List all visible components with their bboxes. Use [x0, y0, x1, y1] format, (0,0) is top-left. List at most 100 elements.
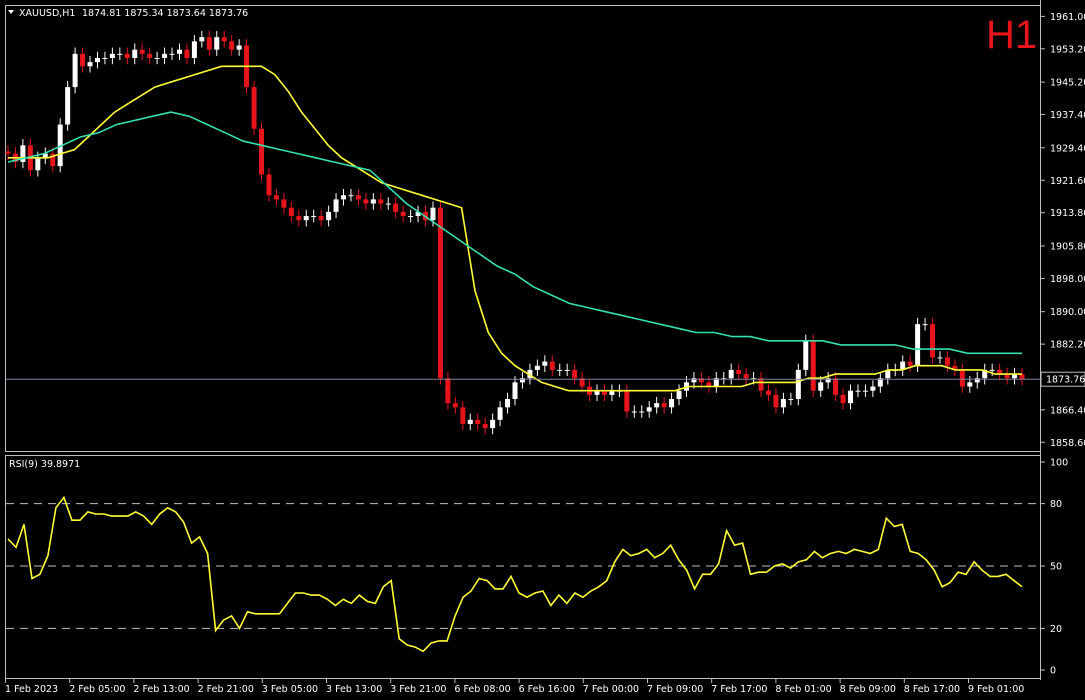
bull-candle — [728, 369, 734, 379]
bear-candle — [355, 195, 361, 200]
bull-candle — [564, 369, 570, 371]
time-axis: 1 Feb 2023 2 Feb 05:00 2 Feb 13:00 2 Feb 21… — [5, 678, 1024, 695]
bull-candle — [94, 57, 100, 63]
dropdown-triangle-icon[interactable] — [8, 10, 14, 14]
bear-candle — [624, 390, 630, 412]
bear-candle — [259, 128, 264, 175]
bull-candle — [65, 87, 71, 125]
bear-candle — [80, 53, 86, 67]
bull-candle — [818, 382, 824, 391]
bull-candle — [542, 361, 548, 366]
time-tick-label: 8 Feb 17:00 — [904, 684, 960, 695]
chart-canvas: XAUUSD,H1 1874.81 1875.34 1873.64 1873.7… — [5, 0, 1085, 695]
moving-averages-layer — [7, 65, 1022, 392]
bull-candle — [385, 203, 391, 205]
bear-candle — [475, 419, 481, 424]
bear-candle — [549, 361, 555, 370]
bull-candle — [669, 399, 675, 408]
rsi-panel-frame — [5, 455, 1041, 679]
bull-candle — [967, 382, 973, 387]
bull-candle — [162, 53, 168, 58]
last-price-label: 1873.76 — [1046, 375, 1085, 386]
bear-candle — [773, 394, 779, 408]
bull-candle — [676, 390, 682, 400]
bull-candle — [199, 37, 205, 42]
bull-candle — [311, 216, 317, 218]
time-tick-label: 8 Feb 01:00 — [775, 684, 831, 695]
bull-candle — [87, 62, 93, 67]
ohlc-values: 1874.81 1875.34 1873.64 1873.76 — [82, 8, 248, 19]
time-tick-label: 6 Feb 16:00 — [519, 684, 575, 695]
time-tick-label: 7 Feb 00:00 — [583, 684, 639, 695]
bear-candle — [766, 390, 771, 395]
bear-candle — [572, 369, 578, 379]
rsi-title: RSI(9) 39.8971 — [9, 459, 80, 470]
bear-candle — [184, 49, 190, 58]
bear-candle — [482, 423, 488, 429]
bear-candle — [147, 53, 153, 58]
bear-candle — [393, 203, 399, 212]
bear-candle — [296, 216, 302, 221]
bear-candle — [452, 403, 458, 408]
bull-candle — [303, 216, 309, 221]
bear-candle — [445, 378, 451, 404]
bull-candle — [341, 195, 347, 200]
bull-candle — [803, 340, 809, 370]
bear-candle — [810, 340, 816, 391]
bear-candle — [288, 207, 294, 217]
bear-candle — [944, 357, 950, 366]
bear-candle — [266, 174, 272, 196]
price-tick-label: 1913.80 — [1050, 208, 1085, 219]
rsi-tick-label: 50 — [1050, 562, 1062, 573]
time-tick-label: 9 Feb 01:00 — [968, 684, 1024, 695]
bull-candle — [132, 49, 138, 58]
bull-candle — [72, 53, 78, 88]
timeframe-badge: H1 — [986, 13, 1037, 57]
bear-candle — [661, 403, 667, 408]
bull-candle — [795, 369, 801, 400]
price-tick-label: 1905.80 — [1050, 241, 1085, 252]
bull-candle — [326, 211, 332, 221]
bull-candle — [333, 199, 339, 212]
bull-candle — [348, 195, 354, 197]
bear-candle — [930, 324, 936, 358]
bull-candle — [35, 157, 41, 171]
bear-candle — [840, 394, 846, 404]
bull-candle — [780, 399, 786, 408]
time-tick-label: 2 Feb 21:00 — [198, 684, 254, 695]
bull-candle — [408, 216, 414, 218]
price-tick-label: 1945.20 — [1050, 78, 1085, 89]
bear-candle — [363, 199, 369, 204]
price-tick-label: 1929.40 — [1050, 143, 1085, 154]
time-tick-label: 2 Feb 13:00 — [133, 684, 189, 695]
bear-candle — [5, 151, 11, 154]
price-tick-label: 1921.60 — [1050, 176, 1085, 187]
bear-candle — [758, 378, 764, 391]
price-tick-label: 1961.00 — [1050, 12, 1085, 23]
price-tick-label: 1898.00 — [1050, 274, 1085, 285]
bear-candle — [437, 207, 443, 379]
bull-candle — [922, 324, 928, 326]
bull-candle — [855, 390, 861, 392]
bear-candle — [251, 87, 257, 129]
bull-candle — [117, 53, 123, 55]
bull-candle — [788, 399, 794, 401]
bull-candle — [467, 419, 473, 424]
bull-candle — [169, 53, 175, 55]
time-tick-label: 1 Feb 2023 — [5, 684, 58, 695]
symbol-label: XAUUSD,H1 — [19, 8, 75, 19]
bull-candle — [370, 199, 376, 204]
bear-candle — [907, 361, 913, 366]
bear-candle — [139, 49, 145, 54]
time-tick-label: 3 Feb 13:00 — [326, 684, 382, 695]
time-tick-label: 7 Feb 09:00 — [647, 684, 703, 695]
bull-candle — [937, 357, 943, 359]
bear-candle — [833, 378, 839, 395]
time-tick-label: 2 Feb 05:00 — [69, 684, 125, 695]
rsi-tick-label: 80 — [1050, 499, 1062, 510]
bear-candle — [124, 53, 130, 58]
bull-candle — [236, 45, 242, 50]
price-panel-frame — [5, 5, 1041, 452]
bull-candle — [512, 382, 518, 400]
bear-candle — [736, 369, 742, 375]
